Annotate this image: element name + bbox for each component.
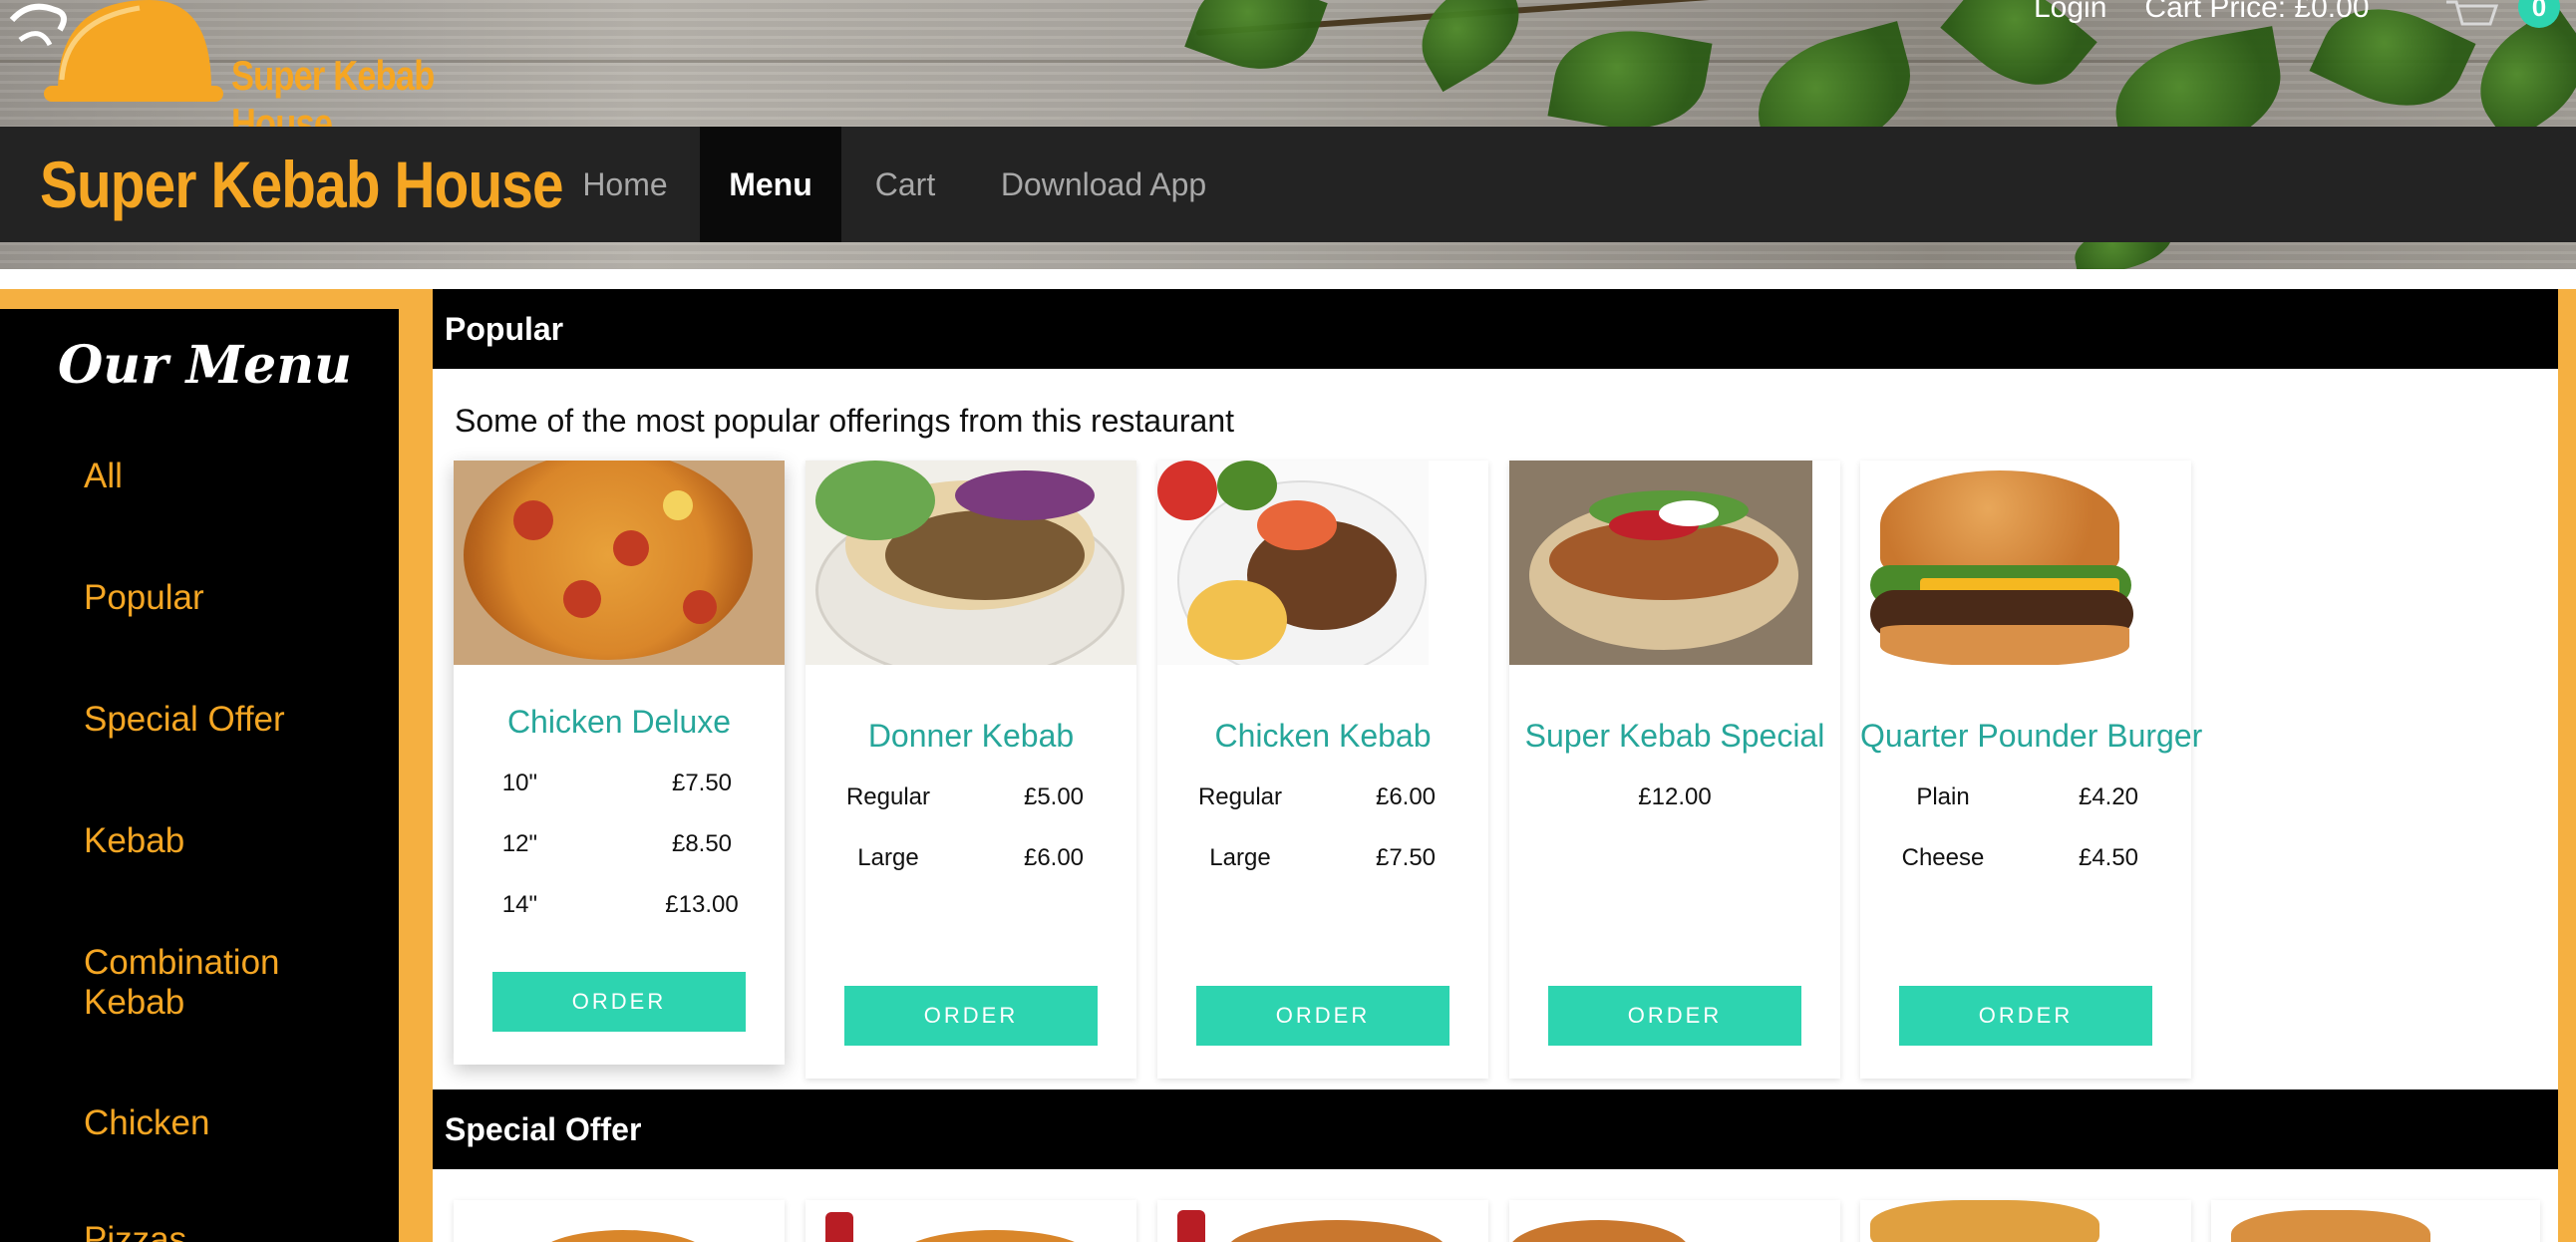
product-image-pizza [1509,1220,1689,1242]
login-link[interactable]: Login [2034,0,2106,23]
product-image-chicken [2231,1210,2430,1242]
size-label: Regular [1197,783,1283,810]
sidebar-item-kebab[interactable]: Kebab [84,821,373,861]
size-label: Regular [845,783,931,810]
size-label: 10" [501,770,537,796]
product-image-pizza [895,1230,1095,1242]
navbar-brand[interactable]: Super Kebab House [40,147,564,222]
price-value: £6.00 [1375,783,1437,810]
product-image-pizza [454,461,785,665]
product-name: Chicken Kebab [1214,718,1432,754]
size-label: 14" [501,891,537,918]
size-label: Large [857,844,919,871]
cloche-icon [9,0,223,102]
product-card[interactable]: Quarter Pounder Burger Plain £4.20 Chees… [1860,461,2203,1079]
order-button[interactable]: ORDER [492,972,746,1032]
sidebar-title: Our Menu [58,335,352,396]
spacer [0,269,2576,289]
nav-cart[interactable]: Cart [849,127,961,242]
section-description: Some of the most popular offerings from … [455,403,1235,439]
product-card[interactable]: Chicken Deluxe 10" £7.50 12" £8.50 14" £… [454,461,785,1065]
product-card[interactable] [2211,1200,2540,1242]
product-card[interactable] [805,1200,1136,1242]
sidebar-accent-bar [0,289,399,309]
product-image-burger [1860,461,2191,665]
product-card[interactable]: Super Kebab Special £12.00 ORDER [1509,461,1840,1079]
product-image-pizza [1227,1220,1447,1242]
nav-home[interactable]: Home [558,127,692,242]
price-value: £6.00 [1023,844,1085,871]
product-image-drink [825,1212,853,1242]
product-card[interactable] [1860,1200,2191,1242]
leaf-decoration [1184,0,1328,88]
product-card[interactable]: Donner Kebab Regular £5.00 Large £6.00 O… [805,461,1136,1079]
sidebar-item-special-offer[interactable]: Special Offer [84,700,373,740]
sidebar-item-combination-kebab[interactable]: Combination Kebab [84,943,373,1023]
product-card[interactable] [1157,1200,1488,1242]
leaf-decoration [1547,17,1713,143]
price-value: £4.20 [2078,783,2139,810]
price-value: £7.50 [1375,844,1437,871]
sidebar-item-popular[interactable]: Popular [84,578,373,618]
product-card[interactable] [454,1200,785,1242]
product-name: Donner Kebab [867,718,1075,754]
price-value: £12.00 [1638,783,1712,810]
price-value: £8.50 [671,830,733,857]
product-image-donner-wrap [805,461,1136,665]
content-right-border [2558,289,2576,1242]
product-card[interactable]: Chicken Kebab Regular £6.00 Large £7.50 … [1157,461,1488,1079]
price-value: £13.00 [665,891,739,918]
site-logo[interactable]: Super Kebab House [0,0,578,147]
sidebar-item-chicken[interactable]: Chicken [84,1103,373,1143]
product-image-chicken [1870,1200,2099,1242]
price-value: £7.50 [671,770,733,796]
content-left-border [399,289,433,1242]
nav-download-app[interactable]: Download App [979,127,1228,242]
main-navbar: Super Kebab House Home Menu Cart Downloa… [0,127,2576,242]
product-image-pizza [533,1230,713,1242]
order-button[interactable]: ORDER [1196,986,1449,1046]
cart-price-text: Cart Price: £0.00 [2144,0,2370,24]
product-name: Super Kebab Special [1524,718,1825,754]
section-header-popular: Popular [433,289,2558,369]
section-header-special-offer: Special Offer [433,1089,2558,1169]
nav-menu[interactable]: Menu [700,127,841,242]
size-label: Plain [1916,783,1970,810]
product-image-drink [1177,1210,1205,1242]
product-name: Chicken Deluxe [506,704,732,740]
sidebar-item-all[interactable]: All [84,457,373,496]
product-image-kebab-wrap [1509,461,1812,665]
size-label: Large [1209,844,1271,871]
sidebar-item-pizzas[interactable]: Pizzas [84,1220,373,1242]
product-image-kebab-plate [1157,461,1429,665]
product-card[interactable] [1509,1200,1840,1242]
shopping-cart-icon[interactable] [2444,0,2498,32]
order-button[interactable]: ORDER [844,986,1098,1046]
size-label: Cheese [1901,844,1985,871]
price-value: £5.00 [1023,783,1085,810]
size-label: 12" [501,830,537,857]
price-value: £4.50 [2078,844,2139,871]
top-utility-links: Login Cart Price: £0.00 [2034,0,2370,30]
order-button[interactable]: ORDER [1548,986,1801,1046]
menu-sidebar: Our Menu All Popular Special Offer Kebab… [0,309,399,1242]
product-name: Quarter Pounder Burger [1860,718,2203,754]
order-button[interactable]: ORDER [1899,986,2152,1046]
